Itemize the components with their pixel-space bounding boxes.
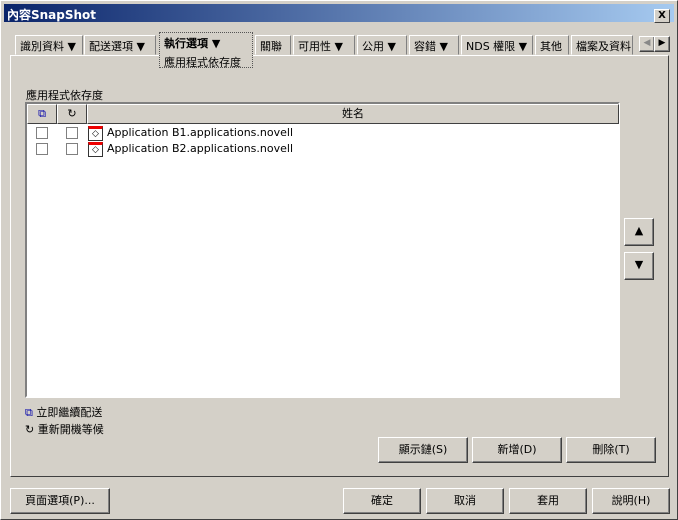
immediate-checkbox[interactable]: [36, 127, 48, 139]
reboot-checkbox[interactable]: [66, 143, 78, 155]
reboot-wait-icon: ↻: [67, 107, 77, 120]
tab-label: 執行選項: [164, 37, 208, 50]
header-immediate[interactable]: ⧉: [27, 104, 57, 124]
header-name[interactable]: 姓名: [87, 104, 619, 124]
list-row[interactable]: ◇ Application B2.applications.novell: [27, 141, 617, 157]
tab-fault-tolerance[interactable]: 容錯 ▼: [409, 35, 459, 55]
tab-distribution[interactable]: 配送選項 ▼: [84, 35, 156, 55]
immediate-distribute-icon: ⧉: [38, 107, 46, 120]
delete-button[interactable]: 刪除(T): [566, 437, 656, 463]
page-options-button[interactable]: 頁面選項(P)...: [10, 488, 110, 514]
subtab-app-dependencies[interactable]: 應用程式依存度: [164, 54, 248, 70]
title-bar: 內容SnapShot X: [4, 4, 674, 23]
tab-scroll-right[interactable]: ▶: [654, 36, 670, 52]
tab-files[interactable]: 檔案及資料: [571, 35, 633, 55]
ok-button[interactable]: 確定: [343, 488, 421, 514]
tab-other[interactable]: 其他: [535, 35, 569, 55]
application-icon: ◇: [88, 126, 103, 141]
legend-text: 重新開機等候: [37, 423, 104, 436]
tab-run-options[interactable]: 執行選項 ▼ 應用程式依存度: [159, 32, 253, 70]
row-name: Application B2.applications.novell: [107, 142, 293, 155]
apply-button[interactable]: 套用: [509, 488, 587, 514]
tab-scroll-left[interactable]: ◀: [639, 36, 655, 52]
tab-common[interactable]: 公用 ▼: [357, 35, 407, 55]
dependency-list[interactable]: ⧉ ↻ 姓名 ◇ Application B1.applications.nove…: [25, 102, 620, 398]
immediate-checkbox[interactable]: [36, 143, 48, 155]
show-chain-button[interactable]: 顯示鏈(S): [378, 437, 468, 463]
section-label: 應用程式依存度: [26, 89, 103, 102]
legend-reboot: ↻ 重新開機等候: [25, 421, 104, 437]
reboot-wait-icon: ↻: [25, 423, 35, 436]
row-name: Application B1.applications.novell: [107, 126, 293, 139]
window-title: 內容SnapShot: [7, 8, 97, 22]
move-down-button[interactable]: ▼: [624, 252, 654, 280]
properties-dialog: 內容SnapShot X 識別資料 ▼ 配送選項 ▼ 執行選項 ▼ 應用程式依存度…: [0, 0, 678, 520]
legend-text: 立即繼續配送: [36, 406, 103, 419]
add-button[interactable]: 新增(D): [472, 437, 562, 463]
application-icon: ◇: [88, 142, 103, 157]
tab-identification[interactable]: 識別資料 ▼: [15, 35, 83, 55]
legend-immediate: ⧉ 立即繼續配送: [25, 404, 102, 420]
move-up-button[interactable]: ▲: [624, 218, 654, 246]
header-reboot[interactable]: ↻: [57, 104, 87, 124]
list-row[interactable]: ◇ Application B1.applications.novell: [27, 125, 617, 141]
tab-availability[interactable]: 可用性 ▼: [293, 35, 355, 55]
tab-nds-rights[interactable]: NDS 權限 ▼: [461, 35, 533, 55]
help-button[interactable]: 說明(H): [592, 488, 670, 514]
reboot-checkbox[interactable]: [66, 127, 78, 139]
close-button[interactable]: X: [654, 9, 670, 23]
tab-associations[interactable]: 關聯: [255, 35, 291, 55]
immediate-distribute-icon: ⧉: [25, 406, 33, 419]
cancel-button[interactable]: 取消: [426, 488, 504, 514]
